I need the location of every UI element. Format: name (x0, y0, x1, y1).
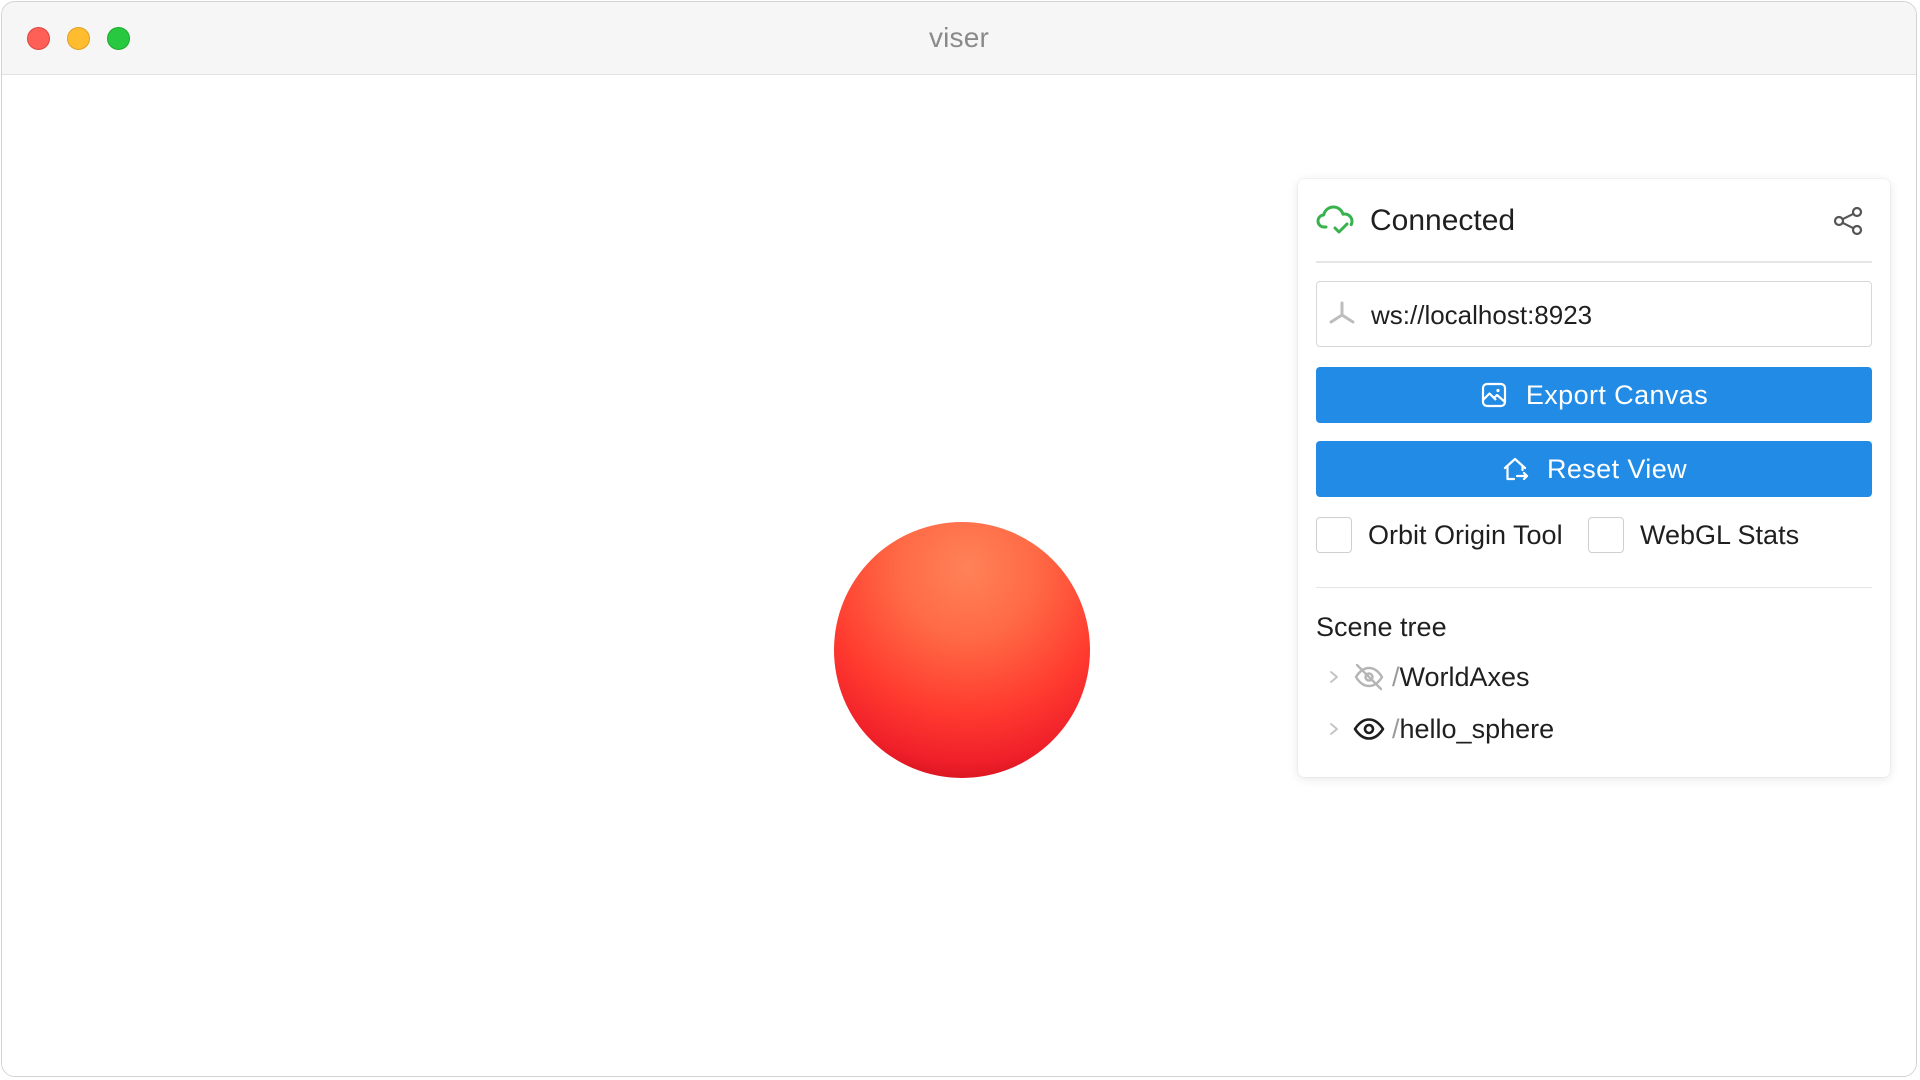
node-path-separator: / (1392, 713, 1400, 744)
photo-icon (1481, 382, 1506, 408)
server-url-field (1316, 281, 1872, 348)
eye-icon[interactable] (1352, 714, 1386, 744)
scene-node-hello-sphere[interactable]: / hello_sphere (1328, 709, 1554, 749)
orbit-origin-tool-checkbox[interactable] (1316, 517, 1352, 553)
reset-view-label: Reset View (1546, 453, 1688, 484)
scene-node-worldaxes[interactable]: / WorldAxes (1328, 657, 1530, 697)
section-divider (1316, 587, 1872, 588)
3d-viewport-canvas[interactable]: Connected ws://localhost:8923 Export Can… (2, 75, 1916, 1076)
toggle-row: Orbit Origin Tool WebGL Stats (1316, 515, 1872, 555)
webgl-stats-checkbox[interactable] (1588, 517, 1624, 553)
export-canvas-label: Export Canvas (1525, 379, 1709, 410)
hello-sphere-mesh[interactable] (834, 522, 1090, 778)
node-name-worldaxes: WorldAxes (1399, 661, 1530, 692)
eye-off-icon[interactable] (1352, 662, 1386, 692)
window-title: viser (928, 22, 990, 53)
orbit-origin-tool-toggle[interactable]: Orbit Origin Tool (1316, 515, 1563, 555)
expand-caret-icon[interactable] (1328, 721, 1340, 737)
webgl-stats-label: WebGL Stats (1640, 519, 1800, 550)
title-bar: viser (2, 2, 1916, 75)
expand-caret-icon[interactable] (1328, 669, 1340, 685)
app-window: viser Connected ws://localhost:8923 Expo… (1, 1, 1917, 1077)
cloud-check-icon (1316, 205, 1354, 234)
connection-status-label: Connected (1370, 204, 1516, 237)
share-icon[interactable] (1832, 205, 1864, 237)
scene-tree-title: Scene tree (1316, 612, 1447, 642)
viser-logo-icon (1329, 301, 1355, 324)
reset-view-button[interactable]: Reset View (1316, 441, 1872, 497)
export-canvas-button[interactable]: Export Canvas (1316, 367, 1872, 423)
home-move-icon (1503, 457, 1529, 481)
webgl-stats-toggle[interactable]: WebGL Stats (1588, 515, 1799, 555)
connection-header: Connected (1316, 179, 1872, 263)
server-url-input[interactable] (1369, 282, 1863, 348)
node-path-separator: / (1392, 661, 1400, 692)
control-panel: Connected ws://localhost:8923 Export Can… (1298, 179, 1890, 777)
node-name-hello-sphere: hello_sphere (1399, 713, 1555, 744)
orbit-origin-tool-label: Orbit Origin Tool (1368, 519, 1563, 550)
